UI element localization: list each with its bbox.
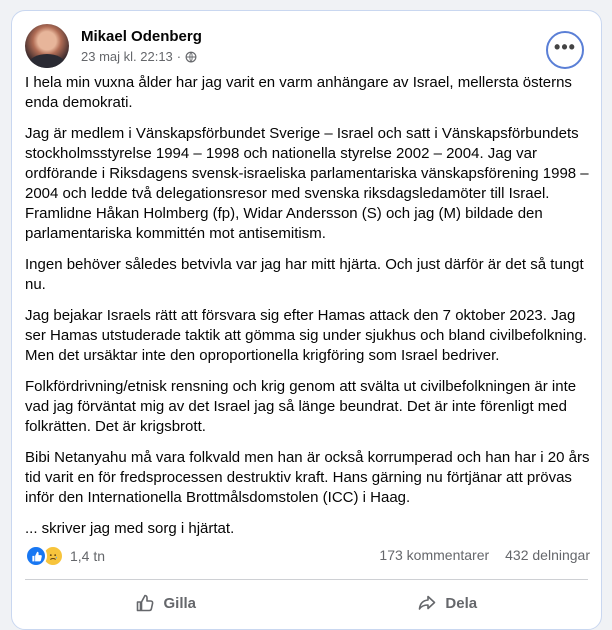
more-options-button[interactable]: ••• — [546, 31, 584, 69]
action-bar: Gilla Dela — [25, 583, 588, 623]
like-label: Gilla — [163, 594, 196, 612]
share-arrow-icon — [419, 595, 436, 610]
post-header: Mikael Odenberg 23 maj kl. 22:13 · ••• — [25, 24, 588, 74]
meta-separator: · — [176, 49, 182, 64]
share-label: Dela — [445, 594, 478, 612]
shares-count[interactable]: 432 delningar — [505, 547, 590, 563]
post-paragraph: Ingen behöver således betvivla var jag h… — [25, 256, 584, 293]
post-paragraph: I hela min vuxna ålder har jag varit en … — [25, 74, 572, 111]
reactions-summary[interactable]: 1,4 tn — [25, 545, 105, 567]
author-name[interactable]: Mikael Odenberg — [81, 28, 202, 45]
post-card: Mikael Odenberg 23 maj kl. 22:13 · ••• I… — [11, 10, 602, 630]
post-paragraph: Jag är medlem i Vänskapsförbundet Sverig… — [25, 125, 589, 242]
post-paragraph: Bibi Netanyahu må vara folkvald men han … — [25, 449, 590, 506]
share-button[interactable]: Dela — [307, 583, 589, 623]
reaction-count: 1,4 tn — [70, 548, 106, 564]
post-paragraph: Folkfördrivning/etnisk rensning och krig… — [25, 378, 577, 435]
post-timestamp[interactable]: 23 maj kl. 22:13 — [81, 49, 173, 64]
post-paragraph: Jag bejakar Israels rätt att försvara si… — [25, 307, 587, 364]
post-meta: 23 maj kl. 22:13 · — [81, 49, 197, 64]
post-paragraph: ... skriver jag med sorg i hjärtat. — [25, 520, 235, 537]
globe-icon[interactable] — [185, 51, 197, 63]
engagement-counts: 173 kommentarer 432 delningar — [379, 547, 590, 563]
like-button[interactable]: Gilla — [25, 583, 307, 623]
more-options-icon: ••• — [554, 37, 576, 57]
divider — [25, 579, 588, 580]
thumbs-up-icon — [137, 594, 154, 612]
comments-count[interactable]: 173 kommentarer — [379, 547, 489, 563]
avatar[interactable] — [25, 24, 69, 68]
like-reaction-icon — [25, 545, 47, 567]
post-stats: 1,4 tn 173 kommentarer 432 delningar — [25, 545, 590, 567]
post-body: I hela min vuxna ålder har jag varit en … — [25, 73, 590, 550]
